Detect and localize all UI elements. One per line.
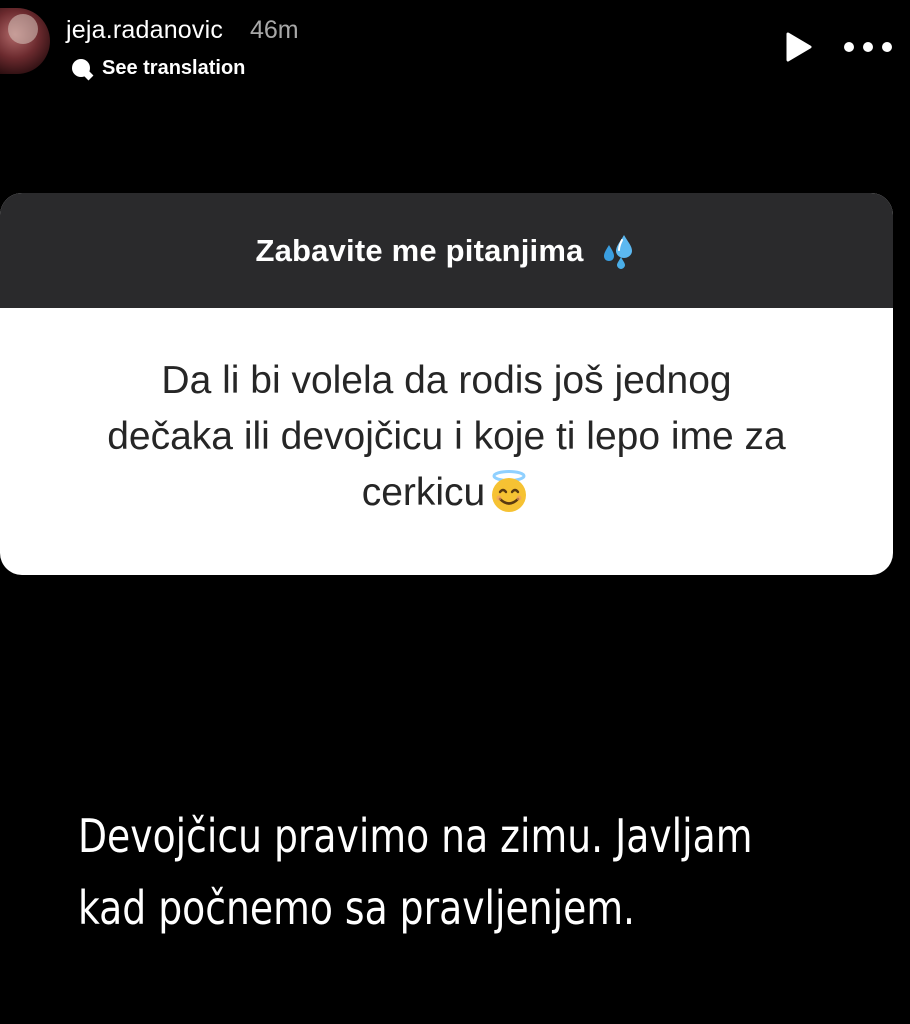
question-line: Da li bi volela da rodis još jednog [161, 359, 732, 402]
more-options-button[interactable] [844, 30, 892, 64]
translate-icon [72, 59, 90, 77]
question-sticker[interactable]: Zabavite me pitanjima Da li bi volela da… [0, 193, 893, 575]
story-header: jeja.radanovic 46m See translation [0, 0, 910, 90]
see-translation-button[interactable]: See translation [72, 55, 245, 81]
more-horizontal-icon [844, 42, 854, 52]
see-translation-label: See translation [102, 56, 246, 79]
question-line-last: cerkicu [20, 465, 873, 521]
smiling-face-with-halo-icon [492, 470, 527, 512]
answer-text: Devojčicu pravimo na zimu. Javljam kad p… [78, 800, 753, 944]
avatar-highlight [8, 14, 38, 44]
question-line: dečaka ili devojčicu i koje ti lepo ime … [107, 415, 786, 458]
avatar[interactable] [0, 8, 50, 74]
sweat-droplets-icon [603, 234, 632, 269]
timestamp: 46m [250, 16, 299, 44]
question-sticker-header: Zabavite me pitanjima [0, 193, 893, 308]
username[interactable]: jeja.radanovic [66, 16, 223, 45]
answer-line: kad počnemo sa pravljenjem. [78, 881, 636, 935]
more-dot [863, 42, 873, 52]
question-line: cerkicu [361, 471, 486, 514]
play-icon [786, 32, 812, 62]
question-text: Da li bi volela da rodis još jednog deča… [20, 353, 873, 521]
question-sticker-title: Zabavite me pitanjima [255, 232, 584, 268]
answer-line: Devojčicu pravimo na zimu. Javljam [78, 809, 753, 863]
more-dot [882, 42, 892, 52]
play-button[interactable] [780, 30, 814, 64]
